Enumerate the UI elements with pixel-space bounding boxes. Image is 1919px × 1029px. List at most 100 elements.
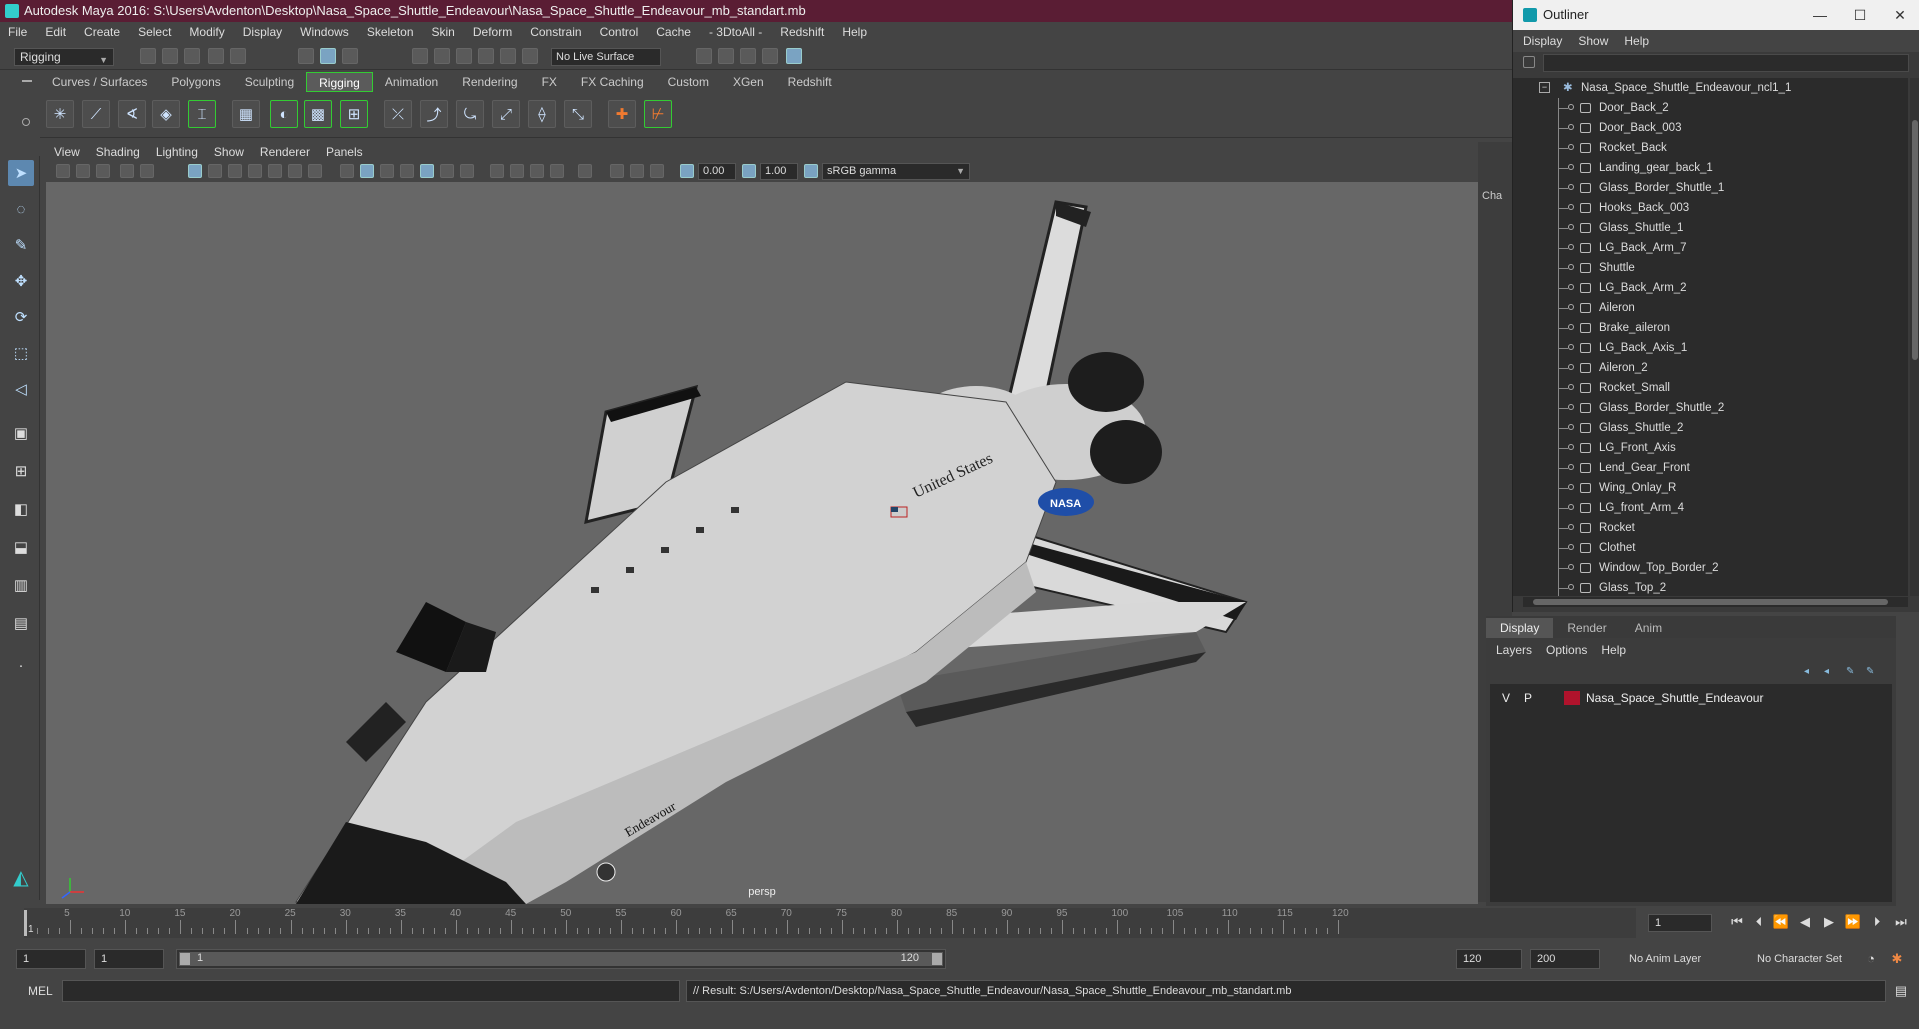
lattice-icon[interactable]: ▩ bbox=[304, 100, 332, 128]
outliner-item[interactable]: Wing_Onlay_R bbox=[1513, 478, 1908, 498]
motion-blur-icon[interactable] bbox=[510, 164, 524, 178]
render-frame-icon[interactable] bbox=[718, 48, 734, 64]
outliner-item[interactable]: Door_Back_003 bbox=[1513, 118, 1908, 138]
menu-display[interactable]: Display bbox=[243, 25, 282, 39]
gate-mask-icon[interactable] bbox=[248, 164, 262, 178]
four-view-layout-icon[interactable]: ⊞ bbox=[8, 458, 34, 484]
render-settings-icon[interactable] bbox=[762, 48, 778, 64]
outliner-item[interactable]: Shuttle bbox=[1513, 258, 1908, 278]
outliner-item[interactable]: LG_Back_Axis_1 bbox=[1513, 338, 1908, 358]
channel-box-tab[interactable]: Cha bbox=[1482, 190, 1502, 202]
layer-playback-toggle[interactable]: P bbox=[1524, 688, 1532, 708]
paint-select-tool-icon[interactable]: ✎ bbox=[8, 232, 34, 258]
step-back-frame-icon[interactable]: ⏪ bbox=[1772, 913, 1790, 931]
range-slider[interactable]: 1 120 bbox=[176, 949, 946, 969]
outliner-item[interactable]: Aileron_2 bbox=[1513, 358, 1908, 378]
live-surface-field[interactable]: No Live Surface bbox=[551, 48, 661, 66]
outliner-item[interactable]: Glass_Border_Shuttle_1 bbox=[1513, 178, 1908, 198]
outliner-item[interactable]: LG_Front_Axis bbox=[1513, 438, 1908, 458]
menu-redshift[interactable]: Redshift bbox=[780, 25, 824, 39]
outliner-hscroll[interactable] bbox=[1523, 597, 1908, 607]
minimize-icon[interactable]: — bbox=[1800, 0, 1840, 30]
outliner-item[interactable]: Door_Back_2 bbox=[1513, 98, 1908, 118]
new-layer-icon[interactable]: ✎ bbox=[1846, 666, 1858, 677]
anti-aliasing-icon[interactable] bbox=[530, 164, 544, 178]
outliner-search-input[interactable] bbox=[1543, 54, 1909, 72]
script-editor-icon[interactable]: ▤ bbox=[1892, 982, 1910, 1000]
outliner-layout-icon[interactable]: ▤ bbox=[8, 610, 34, 636]
menu-edit[interactable]: Edit bbox=[45, 25, 66, 39]
shadows-icon[interactable] bbox=[460, 164, 474, 178]
make-live-icon[interactable] bbox=[522, 48, 538, 64]
exposure-icon[interactable] bbox=[680, 164, 694, 178]
default-material-icon[interactable] bbox=[380, 164, 394, 178]
resolution-gate-icon[interactable] bbox=[228, 164, 242, 178]
snap-point-icon[interactable] bbox=[456, 48, 472, 64]
maximize-icon[interactable]: ☐ bbox=[1840, 0, 1880, 30]
shelf-tab-polygons[interactable]: Polygons bbox=[159, 72, 232, 92]
menu-windows[interactable]: Windows bbox=[300, 25, 349, 39]
menu-deform[interactable]: Deform bbox=[473, 25, 512, 39]
vp-menu-panels[interactable]: Panels bbox=[326, 145, 363, 159]
step-forward-frame-icon[interactable]: ⏩ bbox=[1844, 913, 1862, 931]
anim-layer-dropdown[interactable]: No Anim Layer bbox=[1622, 949, 1722, 969]
outliner-item[interactable]: Hooks_Back_003 bbox=[1513, 198, 1908, 218]
outliner-menu-help[interactable]: Help bbox=[1624, 34, 1649, 48]
scale-constraint-icon[interactable]: ⤢ bbox=[492, 100, 520, 128]
go-to-start-icon[interactable]: ⏮ bbox=[1728, 913, 1746, 931]
layer-menu-options[interactable]: Options bbox=[1546, 643, 1587, 657]
layer-tab-anim[interactable]: Anim bbox=[1621, 618, 1676, 638]
new-scene-icon[interactable] bbox=[140, 48, 156, 64]
move-tool-icon[interactable]: ✥ bbox=[8, 268, 34, 294]
menu-create[interactable]: Create bbox=[84, 25, 120, 39]
playback-end-field[interactable]: 120 bbox=[1456, 949, 1522, 969]
range-start-handle[interactable] bbox=[180, 953, 190, 965]
collapse-icon[interactable]: − bbox=[1539, 82, 1550, 93]
film-gate-icon[interactable] bbox=[208, 164, 222, 178]
animation-prefs-icon[interactable]: ✱ bbox=[1888, 950, 1906, 968]
scale-tool-icon[interactable]: ⬚ bbox=[8, 340, 34, 366]
vp-menu-renderer[interactable]: Renderer bbox=[260, 145, 310, 159]
outliner-item[interactable]: Landing_gear_back_1 bbox=[1513, 158, 1908, 178]
menu-set-dropdown[interactable]: Rigging ▼ bbox=[14, 48, 114, 66]
outliner-item[interactable]: LG_Back_Arm_2 bbox=[1513, 278, 1908, 298]
layer-tab-display[interactable]: Display bbox=[1486, 618, 1554, 638]
smooth-shade-icon[interactable] bbox=[360, 164, 374, 178]
shelf-options-icon[interactable] bbox=[22, 118, 30, 126]
menu-3dtoall[interactable]: - 3DtoAll - bbox=[709, 25, 762, 39]
more-layouts-icon[interactable]: · bbox=[8, 652, 34, 678]
layer-color-swatch[interactable] bbox=[1564, 691, 1580, 705]
lasso-tool-icon[interactable]: ◌ bbox=[8, 196, 34, 222]
shelf-menu-icon[interactable] bbox=[22, 80, 32, 82]
animation-end-field[interactable]: 200 bbox=[1530, 949, 1600, 969]
gamma-icon[interactable] bbox=[742, 164, 756, 178]
animation-start-field[interactable]: 1 bbox=[16, 949, 86, 969]
shelf-tab-fx[interactable]: FX bbox=[530, 72, 569, 92]
bookmark-icon[interactable] bbox=[96, 164, 110, 178]
shelf-tab-curves[interactable]: Curves / Surfaces bbox=[40, 72, 159, 92]
redo-icon[interactable] bbox=[230, 48, 246, 64]
persp-outliner-layout-icon[interactable]: ◧ bbox=[8, 496, 34, 522]
outliner-item[interactable]: Rocket_Back bbox=[1513, 138, 1908, 158]
current-frame-field[interactable]: 1 bbox=[1648, 914, 1712, 932]
point-constraint-icon[interactable]: ⤫ bbox=[384, 100, 412, 128]
xray-icon[interactable] bbox=[610, 164, 624, 178]
mirror-joint-icon[interactable]: ◈ bbox=[152, 100, 180, 128]
outliner-menu-show[interactable]: Show bbox=[1578, 34, 1608, 48]
undo-icon[interactable] bbox=[208, 48, 224, 64]
add-influence-icon[interactable]: ✚ bbox=[608, 100, 636, 128]
layer-tab-render[interactable]: Render bbox=[1553, 618, 1620, 638]
outliner-vscroll[interactable] bbox=[1910, 78, 1919, 596]
depth-of-field-icon[interactable] bbox=[550, 164, 564, 178]
select-object-icon[interactable] bbox=[320, 48, 336, 64]
select-tool-icon[interactable]: ➤ bbox=[8, 160, 34, 186]
snap-surface-icon[interactable] bbox=[500, 48, 516, 64]
joint-tool-icon[interactable]: ✳ bbox=[46, 100, 74, 128]
shelf-tab-rendering[interactable]: Rendering bbox=[450, 72, 529, 92]
menu-file[interactable]: File bbox=[8, 25, 27, 39]
outliner-item[interactable]: Lend_Gear_Front bbox=[1513, 458, 1908, 478]
script-language-label[interactable]: MEL bbox=[28, 984, 53, 998]
outliner-item[interactable]: Rocket_Small bbox=[1513, 378, 1908, 398]
go-to-end-icon[interactable]: ⏭ bbox=[1892, 913, 1910, 931]
select-hierarchy-icon[interactable] bbox=[298, 48, 314, 64]
